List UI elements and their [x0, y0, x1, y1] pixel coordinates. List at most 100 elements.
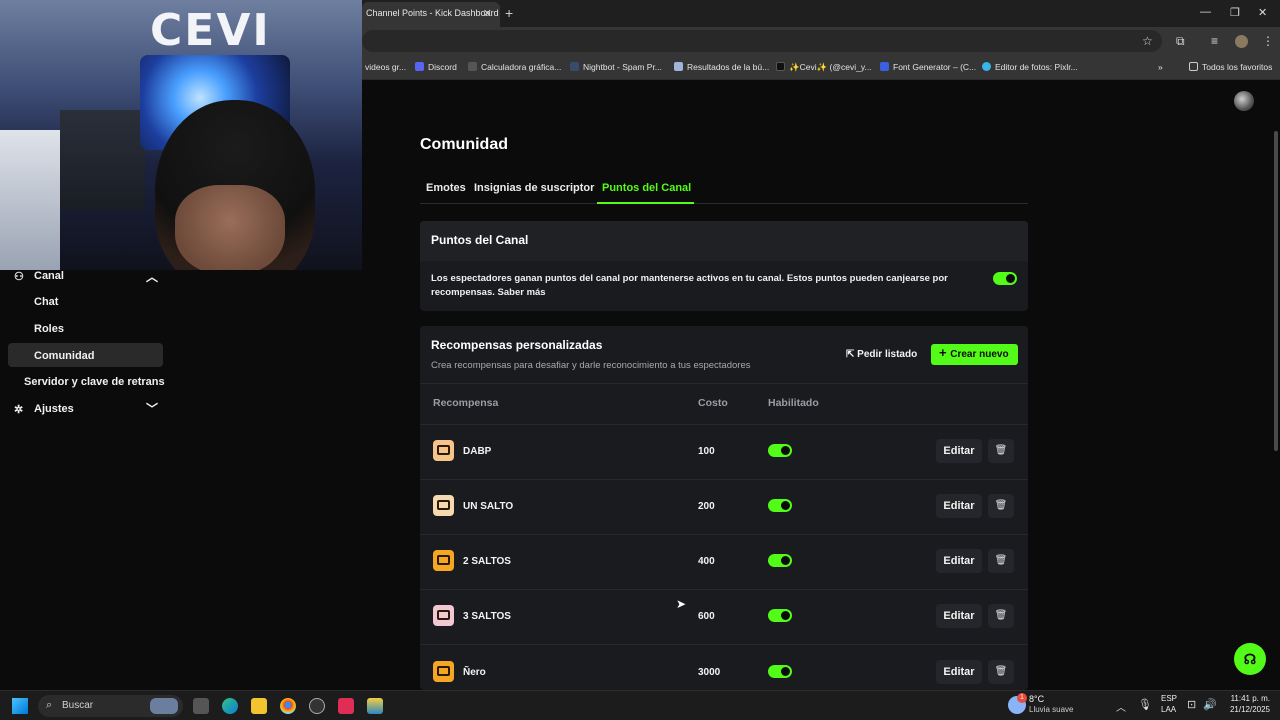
edit-button[interactable]: Editar	[936, 549, 982, 573]
profile-icon[interactable]	[1235, 35, 1248, 48]
bookmark-item[interactable]: videos gr...	[365, 62, 406, 72]
browser-tab[interactable]: Channel Points - Kick Dashboard ✕	[362, 2, 500, 27]
media-icon[interactable]: ≡	[1211, 34, 1218, 48]
chevron-down-icon[interactable]: ﹀	[146, 400, 158, 417]
tab-emotes[interactable]: Emotes	[426, 182, 466, 194]
sidebar-item-roles[interactable]: Roles	[34, 323, 64, 335]
bookmark-folder[interactable]: Todos los favoritos	[1189, 62, 1272, 72]
taskbar: ⌕ Buscar 1 8°C Lluvia suave ︿ 🎙 ESP LAA …	[0, 690, 1280, 720]
webcam-logo: CEVI	[150, 5, 271, 56]
menu-icon[interactable]: ⋮	[1262, 34, 1274, 48]
more-bookmarks-icon[interactable]: »	[1158, 62, 1163, 72]
restore-icon[interactable]: ❐	[1230, 6, 1240, 19]
row-divider	[420, 589, 1028, 590]
star-icon[interactable]: ☆	[1142, 34, 1153, 48]
reward-name: UN SALTO	[463, 501, 514, 512]
reward-cost: 100	[698, 446, 715, 457]
reward-enabled-toggle[interactable]	[768, 609, 792, 622]
discord-icon	[415, 62, 424, 71]
card-title: Puntos del Canal	[431, 233, 529, 247]
sidebar-item-ajustes[interactable]: Ajustes	[34, 403, 74, 415]
row-divider	[420, 383, 1028, 384]
row-divider	[420, 534, 1028, 535]
clock-date[interactable]: 21/12/2025	[1226, 705, 1270, 714]
bookmark-item[interactable]: Calculadora gráfica...	[468, 62, 561, 72]
bookmark-item[interactable]: ✨Cevi✨ (@cevi_y...	[776, 62, 872, 73]
plus-icon: +	[939, 345, 951, 360]
trash-icon[interactable]: 🗑	[988, 660, 1014, 684]
file-explorer-icon[interactable]	[251, 698, 267, 714]
trash-icon[interactable]: 🗑	[988, 604, 1014, 628]
search-icon: ⌕	[46, 699, 53, 711]
page-title: Comunidad	[420, 136, 508, 153]
reward-enabled-toggle[interactable]	[768, 499, 792, 512]
trash-icon[interactable]: 🗑	[988, 439, 1014, 463]
task-view-icon[interactable]	[193, 698, 209, 714]
language-bottom[interactable]: LAA	[1161, 705, 1176, 714]
chevron-up-icon[interactable]: ︿	[146, 268, 158, 285]
reward-icon	[433, 495, 454, 516]
edit-button[interactable]: Editar	[936, 604, 982, 628]
sidebar-item-server-key[interactable]: Servidor y clave de retrans	[24, 376, 165, 388]
reward-enabled-toggle[interactable]	[768, 665, 792, 678]
tab-puntos[interactable]: Puntos del Canal	[602, 182, 691, 194]
canal-icon: ⚇	[14, 271, 24, 283]
document-icon	[674, 62, 683, 71]
support-chat-icon[interactable]: ☊	[1234, 643, 1266, 675]
gear-icon: ✲	[14, 404, 24, 416]
sidebar-item-comunidad[interactable]: Comunidad	[34, 350, 95, 362]
bookmark-item[interactable]: Editor de fotos: Pixlr...	[982, 62, 1078, 72]
sidebar-item-chat[interactable]: Chat	[34, 296, 58, 308]
new-tab-icon[interactable]: +	[505, 5, 513, 21]
trash-icon[interactable]: 🗑	[988, 494, 1014, 518]
create-reward-button[interactable]: + Crear nuevo	[931, 344, 1018, 365]
reward-name: 3 SALTOS	[463, 611, 511, 622]
reward-icon	[433, 605, 454, 626]
rewards-subtitle: Crea recompensas para desafiar y darle r…	[431, 360, 751, 371]
bookmark-item[interactable]: Nightbot - Spam Pr...	[570, 62, 662, 72]
bookmark-item[interactable]: Resultados de la bú...	[674, 62, 769, 72]
search-input[interactable]: ⌕ Buscar	[38, 695, 183, 717]
column-cost: Costo	[698, 397, 728, 409]
reward-icon	[433, 550, 454, 571]
minimize-icon[interactable]: —	[1200, 6, 1211, 18]
tab-title: Channel Points - Kick Dashboard	[366, 8, 499, 18]
trash-icon[interactable]: 🗑	[988, 549, 1014, 573]
url-input[interactable]	[362, 30, 1162, 52]
microphone-icon[interactable]: 🎙	[1138, 698, 1152, 711]
edit-button[interactable]: Editar	[936, 660, 982, 684]
tab-insignias[interactable]: Insignias de suscriptor	[474, 182, 594, 194]
windows-start-icon[interactable]	[12, 698, 28, 714]
reward-enabled-toggle[interactable]	[768, 554, 792, 567]
row-divider	[420, 644, 1028, 645]
chrome-icon[interactable]	[280, 698, 296, 714]
column-enabled: Habilitado	[768, 397, 819, 409]
row-divider	[420, 479, 1028, 480]
window-close-icon[interactable]: ✕	[1258, 6, 1267, 19]
reward-cost: 400	[698, 556, 715, 567]
close-icon[interactable]: ✕	[483, 7, 492, 20]
scrollbar[interactable]	[1274, 131, 1278, 451]
chevron-up-icon[interactable]: ︿	[1116, 699, 1126, 714]
volume-icon[interactable]: 🔊	[1203, 698, 1217, 711]
sidebar-section-canal[interactable]: Canal	[34, 270, 64, 282]
extensions-icon[interactable]: ⧉	[1176, 34, 1185, 49]
app-icon[interactable]	[367, 698, 383, 714]
reward-enabled-toggle[interactable]	[768, 444, 792, 457]
points-enabled-toggle[interactable]	[993, 272, 1017, 285]
bookmark-item[interactable]: Font Generator – (C...	[880, 62, 976, 72]
edit-button[interactable]: Editar	[936, 494, 982, 518]
tiktok-app-icon[interactable]	[338, 698, 354, 714]
app-icon[interactable]	[309, 698, 325, 714]
edge-icon[interactable]	[222, 698, 238, 714]
network-icon[interactable]: ⊡	[1187, 698, 1196, 711]
reward-icon	[433, 440, 454, 461]
edit-button[interactable]: Editar	[936, 439, 982, 463]
clock-time[interactable]: 11:41 p. m.	[1228, 694, 1270, 703]
avatar[interactable]	[1234, 91, 1254, 111]
bookmark-item[interactable]: Discord	[415, 62, 457, 72]
request-list-button[interactable]: ⇱ Pedir listado	[840, 344, 924, 365]
reward-cost: 600	[698, 611, 715, 622]
weather-desc: Lluvia suave	[1029, 705, 1074, 714]
language-top[interactable]: ESP	[1161, 694, 1177, 703]
